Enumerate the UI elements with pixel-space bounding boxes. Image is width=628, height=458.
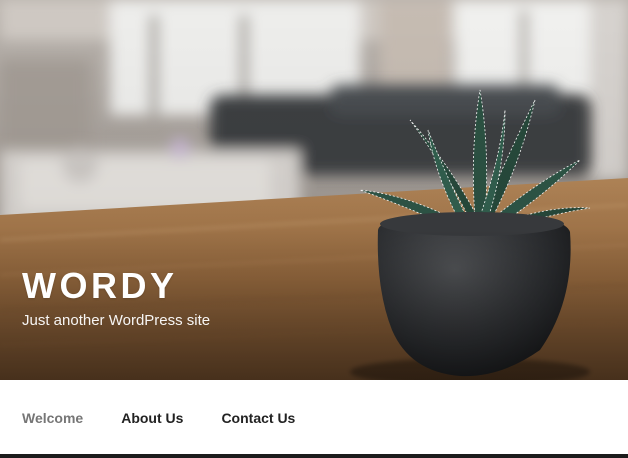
main-navigation: Welcome About Us Contact Us (0, 380, 628, 455)
site-title-link[interactable]: WORDY (22, 264, 178, 308)
site-header: WORDY Just another WordPress site (0, 0, 628, 380)
site-branding: WORDY Just another WordPress site (22, 264, 210, 331)
content-top-edge (0, 454, 628, 458)
nav-link-contact-us[interactable]: Contact Us (221, 410, 295, 426)
nav-item-about-us: About Us (121, 409, 183, 428)
nav-item-welcome: Welcome (22, 409, 83, 428)
nav-menu: Welcome About Us Contact Us (22, 409, 333, 428)
nav-item-contact-us: Contact Us (221, 409, 295, 428)
site-tagline: Just another WordPress site (22, 312, 211, 329)
nav-link-about-us[interactable]: About Us (121, 410, 183, 426)
nav-link-welcome[interactable]: Welcome (22, 410, 83, 426)
